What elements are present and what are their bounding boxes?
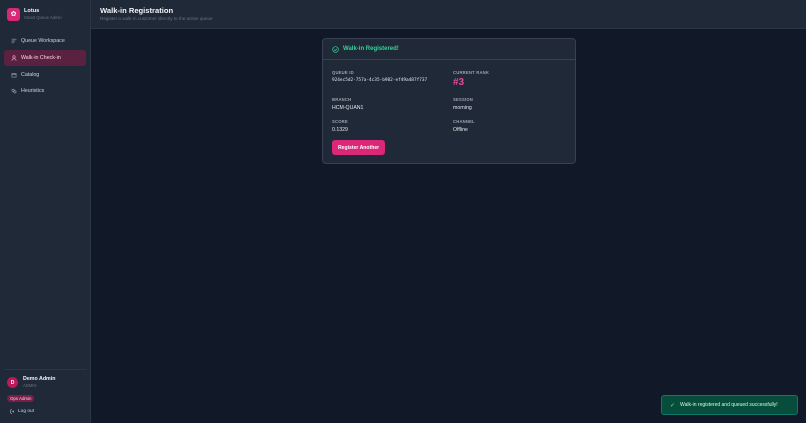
queue-id-label: QUEUE ID <box>332 70 354 75</box>
channel-label: CHANNEL <box>453 119 475 124</box>
logout-label: Log out <box>18 409 35 414</box>
branch-value: HCM-QUAN1 <box>332 105 364 111</box>
channel-value: Offline <box>453 127 468 133</box>
sidebar-item-queue-workspace[interactable]: Queue Workspace <box>4 33 86 49</box>
brand-subtitle: Smart Queue Admin <box>24 15 62 20</box>
branch-label: BRANCH <box>332 97 352 102</box>
check-icon: ✓ <box>670 402 676 409</box>
sidebar-item-label: Catalog <box>21 71 40 78</box>
score-value: 0.1329 <box>332 127 348 133</box>
page-subtitle: Register a walk-in customer directly to … <box>100 16 213 21</box>
lotus-logo-icon: ✿ <box>7 7 20 21</box>
sidebar-divider <box>4 369 87 370</box>
sidebar-item-catalog[interactable]: Catalog <box>4 67 86 83</box>
register-another-button[interactable]: Register Another <box>332 140 386 155</box>
user-name: Demo Admin <box>23 376 56 382</box>
queue-id-value: 924ec5d2-757a-4c35-b982-ef49a487f737 <box>332 78 428 83</box>
sidebar-nav: Queue Workspace Walk-in Check-in Catalog… <box>4 33 86 100</box>
user-profile: D Demo Admin ADMIN <box>7 376 55 389</box>
sidebar-item-label: Heuristics <box>21 88 45 95</box>
card-title: Walk-in Registered! <box>343 46 399 52</box>
list-icon <box>11 38 17 44</box>
user-role-id: ADMIN <box>23 383 37 388</box>
brand: ✿ Lotus Smart Queue Admin <box>7 7 62 21</box>
logout-icon <box>10 409 15 414</box>
sidebar: ✿ Lotus Smart Queue Admin Queue Workspac… <box>0 0 91 423</box>
score-label: SCORE <box>332 119 348 124</box>
page-header: Walk-in Registration Register a walk-in … <box>91 0 806 29</box>
channel-field: CHANNEL Offline <box>453 119 475 133</box>
sliders-icon <box>11 88 17 94</box>
rank-value: #3 <box>453 77 465 88</box>
avatar: D <box>7 377 18 388</box>
role-badge: Ops Admin <box>7 395 35 402</box>
brand-name: Lotus <box>24 8 40 14</box>
session-label: SESSION <box>453 97 474 102</box>
sidebar-item-label: Queue Workspace <box>21 38 65 44</box>
queue-id-field: QUEUE ID 924ec5d2-757a-4c35-b982-ef49a48… <box>332 70 427 83</box>
page-title: Walk-in Registration <box>100 6 174 15</box>
user-icon <box>11 55 17 61</box>
sidebar-item-heuristics[interactable]: Heuristics <box>4 83 86 99</box>
session-value: morning <box>453 105 472 111</box>
toast-message: Walk-in registered and queued successful… <box>680 402 778 408</box>
rank-field: CURRENT RANK #3 <box>453 70 489 88</box>
session-field: SESSION morning <box>453 97 473 111</box>
logout-button[interactable]: Log out <box>10 409 34 414</box>
rank-label: CURRENT RANK <box>453 70 490 75</box>
sidebar-item-label: Walk-in Check-in <box>21 54 61 61</box>
sidebar-item-walk-in-check-in[interactable]: Walk-in Check-in <box>4 49 86 66</box>
success-toast: ✓ Walk-in registered and queued successf… <box>661 395 798 415</box>
check-circle-icon <box>332 45 339 53</box>
score-field: SCORE 0.1329 <box>332 119 348 133</box>
branch-field: BRANCH HCM-QUAN1 <box>332 97 363 111</box>
card-header: Walk-in Registered! <box>323 39 575 60</box>
box-icon <box>11 72 17 78</box>
registration-result-card: Walk-in Registered! QUEUE ID 924ec5d2-75… <box>322 38 576 164</box>
